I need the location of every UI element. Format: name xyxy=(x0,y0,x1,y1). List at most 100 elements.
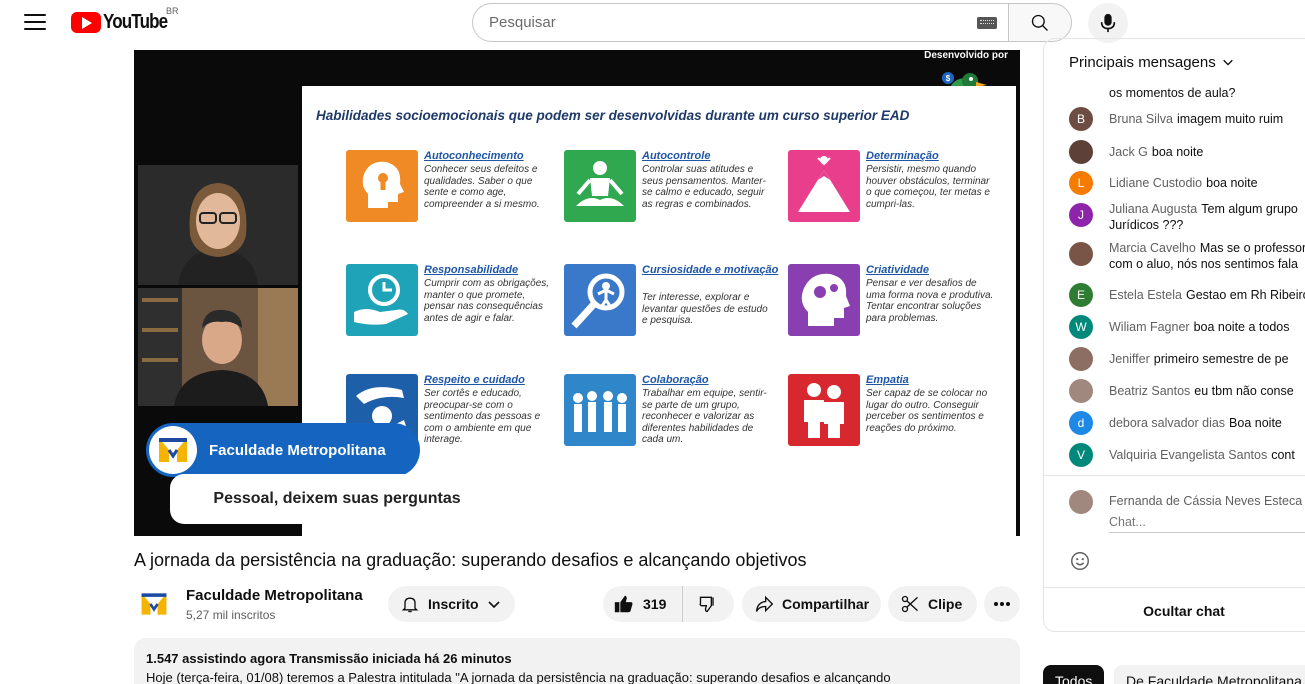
chat-message-partial: os momentos de aula? xyxy=(1109,86,1236,100)
chat-text: imagem muito ruim xyxy=(1176,112,1284,126)
youtube-logo[interactable]: YouTube xyxy=(71,11,179,34)
slide-title: Habilidades socioemocionais que podem se… xyxy=(316,108,910,123)
thumbs-up-icon xyxy=(614,595,633,613)
avatar[interactable]: d xyxy=(1069,411,1093,435)
subscribed-button[interactable]: Inscrito xyxy=(388,586,515,622)
skill-description: Conhecer seus defeitos e qualidades. Sab… xyxy=(424,164,540,210)
emoji-icon[interactable] xyxy=(1069,550,1091,572)
chat-mode-label: Principais mensagens xyxy=(1069,53,1216,71)
chat-text: Boa noite xyxy=(1229,416,1282,430)
chat-author[interactable]: Estela Estela xyxy=(1109,288,1182,302)
chat-message: J Juliana Augusta Tem algum grupo Jurídico… xyxy=(1069,201,1305,235)
chat-messages: os momentos de aula? B Bruna Silva imagem… xyxy=(1044,85,1305,475)
skill-title: Autocontrole xyxy=(642,150,711,162)
channel-name[interactable]: Faculdade Metropolitana xyxy=(186,587,363,604)
search-button[interactable] xyxy=(1008,3,1072,42)
avatar[interactable] xyxy=(1069,347,1093,371)
subscribed-label: Inscrito xyxy=(428,596,479,612)
avatar[interactable] xyxy=(1069,242,1093,266)
chevron-down-icon xyxy=(488,601,500,609)
dislike-button[interactable] xyxy=(683,586,733,622)
skill-description: Ter interesse, explorar e levantar quest… xyxy=(642,292,768,326)
share-label: Compartilhar xyxy=(782,596,870,612)
webcam-presenter-2 xyxy=(138,288,298,406)
keyboard-icon[interactable] xyxy=(977,17,997,29)
hide-chat-button[interactable]: Ocultar chat xyxy=(1044,587,1305,631)
skill-description: Cumprir com as obrigações, manter o que … xyxy=(424,278,550,324)
like-button[interactable]: 319 xyxy=(603,586,683,622)
bell-icon xyxy=(401,597,419,613)
skill-title: Criatividade xyxy=(866,264,929,276)
skill-title: Responsabilidade xyxy=(424,264,519,276)
chat-author[interactable]: Bruna Silva xyxy=(1109,112,1173,126)
avatar[interactable]: W xyxy=(1069,315,1093,339)
avatar[interactable] xyxy=(1069,140,1093,164)
skill-card: Colaboração Trabalhar em equipe, sentir-… xyxy=(564,374,774,474)
skill-title: Respeito e cuidado xyxy=(424,374,525,386)
head-keyhole-icon xyxy=(346,150,418,222)
chat-text: cont xyxy=(1271,448,1295,462)
share-button[interactable]: Compartilhar xyxy=(742,586,881,622)
chat-message: Marcia Cavelho Mas se o professor com o al… xyxy=(1069,240,1305,274)
chat-author[interactable]: Jeniffer xyxy=(1109,352,1150,366)
developed-by-label: Desenvolvido por xyxy=(924,50,1008,61)
overlay-message: Pessoal, deixem suas perguntas xyxy=(170,474,504,524)
skill-card: Autocontrole Controlar suas atitudes e s… xyxy=(564,150,774,250)
chat-author[interactable]: Valquiria Evangelista Santos xyxy=(1109,448,1267,462)
description-box[interactable]: 1.547 assistindo agora Transmissão inici… xyxy=(134,638,1020,684)
chat-author[interactable]: Beatriz Santos xyxy=(1109,384,1190,398)
avatar[interactable]: B xyxy=(1069,107,1093,131)
view-stats: 1.547 assistindo agora Transmissão inici… xyxy=(146,651,512,666)
video-player[interactable]: Desenvolvido por $ Habilidades socioemoc… xyxy=(134,50,1020,536)
avatar[interactable] xyxy=(1069,379,1093,403)
chat-author[interactable]: Marcia Cavelho xyxy=(1109,241,1196,255)
chat-author[interactable]: Wiliam Fagner xyxy=(1109,320,1190,334)
youtube-play-icon xyxy=(71,12,101,33)
skill-description: Ser cortês e educado, preocupar-se com o… xyxy=(424,388,541,445)
overlay-channel-name: Faculdade Metropolitana xyxy=(209,441,386,459)
brand-text: YouTube xyxy=(103,11,168,33)
chat-author[interactable]: debora salvador dias xyxy=(1109,416,1225,430)
channel-name-overlay: Faculdade Metropolitana xyxy=(146,423,420,477)
avatar[interactable]: E xyxy=(1069,283,1093,307)
skill-card: Criatividade Pensar e ver desafios de um… xyxy=(788,264,998,364)
skill-title: Autoconhecimento xyxy=(424,150,524,162)
chat-text: boa noite xyxy=(1151,145,1204,159)
clip-button[interactable]: Clipe xyxy=(888,586,977,622)
chevron-down-icon xyxy=(1222,59,1233,66)
avatar[interactable]: L xyxy=(1069,171,1093,195)
chat-input[interactable] xyxy=(1109,512,1305,533)
region-label: BR xyxy=(166,6,179,16)
chat-text: boa noite a todos xyxy=(1193,320,1290,334)
avatar[interactable]: J xyxy=(1069,203,1093,227)
filter-chip-all[interactable]: Todos xyxy=(1043,665,1105,684)
team-people-icon xyxy=(564,374,636,446)
chat-author[interactable]: Jack G xyxy=(1109,145,1148,159)
channel-avatar[interactable] xyxy=(136,586,172,622)
subscriber-count: 5,27 mil inscritos xyxy=(186,608,276,622)
two-people-hug-icon xyxy=(788,374,860,446)
thumbs-down-icon xyxy=(699,596,714,613)
microphone-icon xyxy=(1100,13,1116,33)
chat-author[interactable]: Lidiane Custodio xyxy=(1109,176,1202,190)
magnifier-person-icon xyxy=(564,264,636,336)
chat-author[interactable]: Juliana Augusta xyxy=(1109,202,1197,216)
more-actions-button[interactable] xyxy=(984,586,1020,622)
head-gears-icon xyxy=(788,264,860,336)
svg-text:$: $ xyxy=(946,74,951,83)
chat-text: primeiro semestre de pe xyxy=(1153,352,1289,366)
skill-card: Empatia Ser capaz de se colocar no lugar… xyxy=(788,374,998,474)
skill-description: Trabalhar em equipe, sentir-se parte de … xyxy=(642,388,767,445)
avatar[interactable]: V xyxy=(1069,443,1093,467)
share-icon xyxy=(755,595,774,613)
search-input[interactable] xyxy=(489,14,969,31)
faculdade-logo-icon xyxy=(149,426,197,474)
clip-label: Clipe xyxy=(928,596,963,612)
chat-mode-selector[interactable]: Principais mensagens xyxy=(1044,39,1305,85)
voice-search-button[interactable] xyxy=(1088,3,1128,43)
faculdade-logo-icon xyxy=(141,593,167,615)
skill-description: Persistir, mesmo quando houver obstáculo… xyxy=(866,164,990,210)
filter-chip-channel[interactable]: De Faculdade Metropolitana xyxy=(1114,665,1305,684)
menu-icon[interactable] xyxy=(24,12,46,32)
search-icon xyxy=(1031,14,1048,31)
